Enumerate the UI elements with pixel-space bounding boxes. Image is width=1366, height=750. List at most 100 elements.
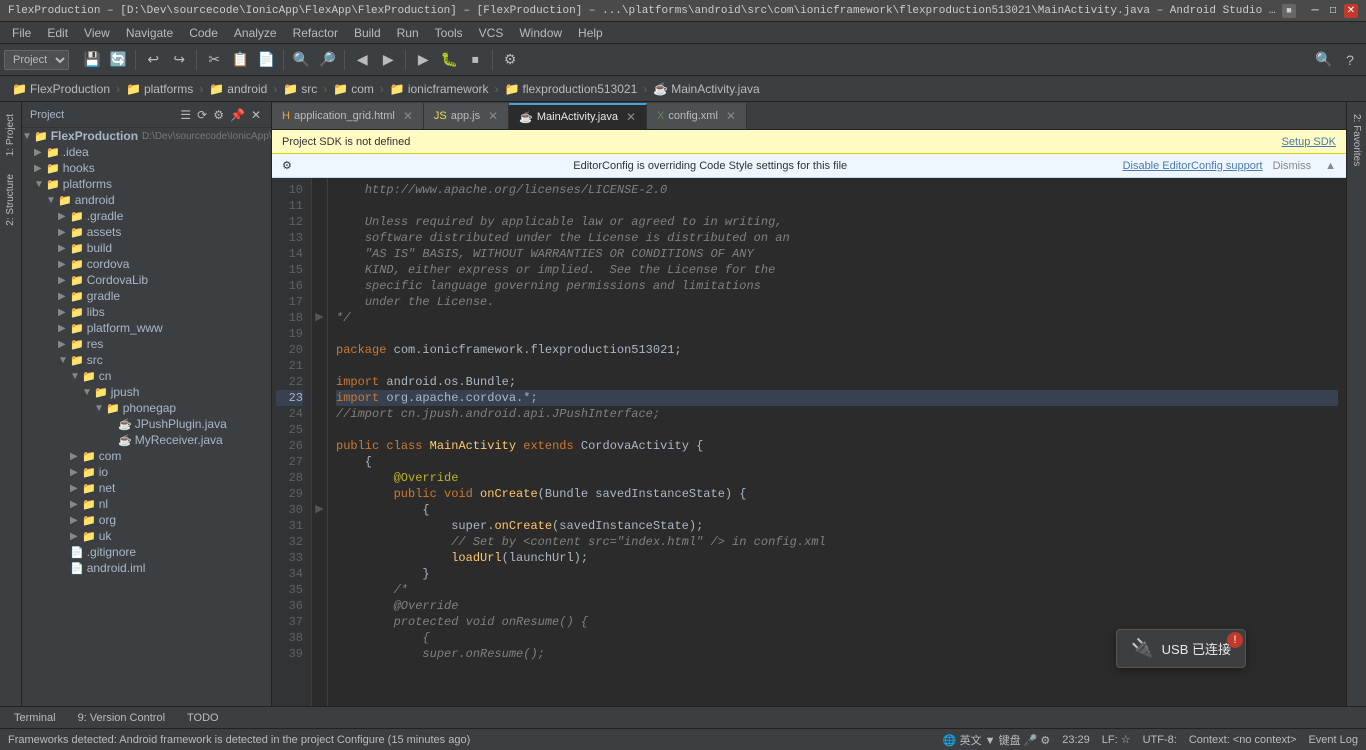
tree-uk[interactable]: 📁 uk — [22, 528, 271, 544]
maximize-button[interactable]: □ — [1326, 4, 1340, 18]
tree-gradle-hidden[interactable]: 📁 .gradle — [22, 208, 271, 224]
tree-cordova[interactable]: 📁 cordova — [22, 256, 271, 272]
code-content[interactable]: http://www.apache.org/licenses/LICENSE-2… — [328, 178, 1346, 706]
toolbar-stop[interactable]: ⏹ — [463, 48, 487, 72]
tree-res[interactable]: 📁 res — [22, 336, 271, 352]
breadcrumb-ionicframework-label: ionicframework — [408, 82, 489, 96]
tree-jpush[interactable]: 📁 jpush — [22, 384, 271, 400]
event-log-link[interactable]: Event Log — [1308, 734, 1358, 746]
sidebar-tab-project[interactable]: 1: Project — [2, 106, 19, 164]
toolbar-help[interactable]: ? — [1338, 48, 1362, 72]
tree-libs[interactable]: 📁 libs — [22, 304, 271, 320]
tab-mainactivity[interactable]: ☕ MainActivity.java ✕ — [509, 103, 647, 129]
tab-config-xml[interactable]: X config.xml ✕ — [647, 103, 747, 129]
menu-edit[interactable]: Edit — [39, 22, 76, 44]
dismiss-editorconfig-button[interactable]: Dismiss — [1273, 160, 1312, 172]
tree-gradle[interactable]: 📁 gradle — [22, 288, 271, 304]
tab-app-js[interactable]: JS app.js ✕ — [424, 103, 509, 129]
breadcrumb-project[interactable]: 📁 FlexProduction — [8, 80, 114, 98]
terminal-tab[interactable]: Terminal — [8, 710, 62, 726]
close-button[interactable]: ✕ — [1344, 4, 1358, 18]
toolbar-sync[interactable]: 🔄 — [106, 48, 130, 72]
sidebar-tab-structure[interactable]: 2: Structure — [2, 166, 19, 234]
close-panel-button[interactable]: ✕ — [249, 106, 263, 124]
tab-close-app-js[interactable]: ✕ — [488, 109, 498, 123]
menu-navigate[interactable]: Navigate — [118, 22, 181, 44]
menu-code[interactable]: Code — [181, 22, 226, 44]
menu-view[interactable]: View — [76, 22, 118, 44]
menu-run[interactable]: Run — [389, 22, 427, 44]
tree-myreceiver[interactable]: ☕ MyReceiver.java — [22, 432, 271, 448]
tree-android-iml[interactable]: 📄 android.iml — [22, 560, 271, 576]
tree-hooks[interactable]: 📁 hooks — [22, 160, 271, 176]
collapse-all-button[interactable]: ☰ — [178, 106, 193, 124]
tab-close-config-xml[interactable]: ✕ — [726, 109, 736, 123]
version-control-tab[interactable]: 9: Version Control — [72, 710, 171, 726]
settings-button[interactable]: ⚙ — [211, 106, 226, 124]
breadcrumb-src[interactable]: 📁 src — [279, 80, 321, 98]
breadcrumb-ionicframework[interactable]: 📁 ionicframework — [386, 80, 493, 98]
tree-android[interactable]: 📁 android — [22, 192, 271, 208]
tree-jpushplugin[interactable]: ☕ JPushPlugin.java — [22, 416, 271, 432]
breadcrumb-mainactivity[interactable]: ☕ MainActivity.java — [649, 80, 763, 98]
tree-gitignore[interactable]: 📄 .gitignore — [22, 544, 271, 560]
toolbar-search-everywhere[interactable]: 🔍 — [1312, 48, 1336, 72]
toolbar-cut[interactable]: ✂ — [202, 48, 226, 72]
toolbar-settings[interactable]: ⚙ — [498, 48, 522, 72]
breadcrumb-flexproduction[interactable]: 📁 flexproduction513021 — [501, 80, 642, 98]
menu-window[interactable]: Window — [511, 22, 570, 44]
toolbar-run[interactable]: ▶ — [411, 48, 435, 72]
menu-analyze[interactable]: Analyze — [226, 22, 285, 44]
encoding-indicator[interactable]: UTF-8: — [1143, 734, 1177, 746]
tab-close-application-grid[interactable]: ✕ — [403, 109, 413, 123]
menu-tools[interactable]: Tools — [427, 22, 471, 44]
toolbar-copy[interactable]: 📋 — [228, 48, 252, 72]
toolbar-search[interactable]: 🔍 — [289, 48, 313, 72]
pin-button[interactable]: 📌 — [228, 106, 247, 124]
menu-vcs[interactable]: VCS — [471, 22, 512, 44]
menu-build[interactable]: Build — [346, 22, 389, 44]
tab-application-grid[interactable]: H application_grid.html ✕ — [272, 103, 424, 129]
sidebar-tab-favorites[interactable]: 2: Favorites — [1348, 106, 1365, 174]
toolbar-debug[interactable]: 🐛 — [437, 48, 461, 72]
tree-root[interactable]: 📁 FlexProduction D:\Dev\sourcecode\Ionic… — [22, 128, 271, 144]
tree-idea[interactable]: 📁 .idea — [22, 144, 271, 160]
toolbar-forward[interactable]: ▶ — [376, 48, 400, 72]
tree-io[interactable]: 📁 io — [22, 464, 271, 480]
lf-indicator[interactable]: LF: ☆ — [1102, 733, 1131, 746]
tab-close-mainactivity[interactable]: ✕ — [626, 110, 636, 124]
toolbar-redo[interactable]: ↪ — [167, 48, 191, 72]
tree-build[interactable]: 📁 build — [22, 240, 271, 256]
minimize-button[interactable]: ─ — [1308, 4, 1322, 18]
toolbar-back[interactable]: ◀ — [350, 48, 374, 72]
setup-sdk-link[interactable]: Setup SDK — [1282, 136, 1336, 148]
tree-src[interactable]: 📁 src — [22, 352, 271, 368]
tree-platforms[interactable]: 📁 platforms — [22, 176, 271, 192]
tree-com[interactable]: 📁 com — [22, 448, 271, 464]
breadcrumb-com[interactable]: 📁 com — [329, 80, 378, 98]
toolbar-replace[interactable]: 🔎 — [315, 48, 339, 72]
disable-editorconfig-link[interactable]: Disable EditorConfig support — [1123, 160, 1263, 172]
project-selector[interactable]: Project — [4, 50, 69, 70]
tree-assets[interactable]: 📁 assets — [22, 224, 271, 240]
menu-help[interactable]: Help — [570, 22, 611, 44]
tree-platform-www[interactable]: 📁 platform_www — [22, 320, 271, 336]
todo-tab[interactable]: TODO — [181, 710, 225, 726]
toolbar-paste[interactable]: 📄 — [254, 48, 278, 72]
title-bar: FlexProduction – [D:\Dev\sourcecode\Ioni… — [0, 0, 1366, 22]
ln-24: 24 — [276, 406, 303, 422]
tree-net[interactable]: 📁 net — [22, 480, 271, 496]
tree-nl[interactable]: 📁 nl — [22, 496, 271, 512]
toolbar-undo[interactable]: ↩ — [141, 48, 165, 72]
menu-refactor[interactable]: Refactor — [285, 22, 346, 44]
editorconfig-collapse-button[interactable]: ▲ — [1325, 160, 1336, 172]
menu-file[interactable]: File — [4, 22, 39, 44]
tree-org[interactable]: 📁 org — [22, 512, 271, 528]
breadcrumb-platforms[interactable]: 📁 platforms — [122, 80, 197, 98]
tree-cordovalib[interactable]: 📁 CordovaLib — [22, 272, 271, 288]
tree-phonegap[interactable]: 📁 phonegap — [22, 400, 271, 416]
toolbar-save[interactable]: 💾 — [80, 48, 104, 72]
sync-button[interactable]: ⟳ — [195, 106, 209, 124]
tree-cn[interactable]: 📁 cn — [22, 368, 271, 384]
breadcrumb-android[interactable]: 📁 android — [205, 80, 271, 98]
